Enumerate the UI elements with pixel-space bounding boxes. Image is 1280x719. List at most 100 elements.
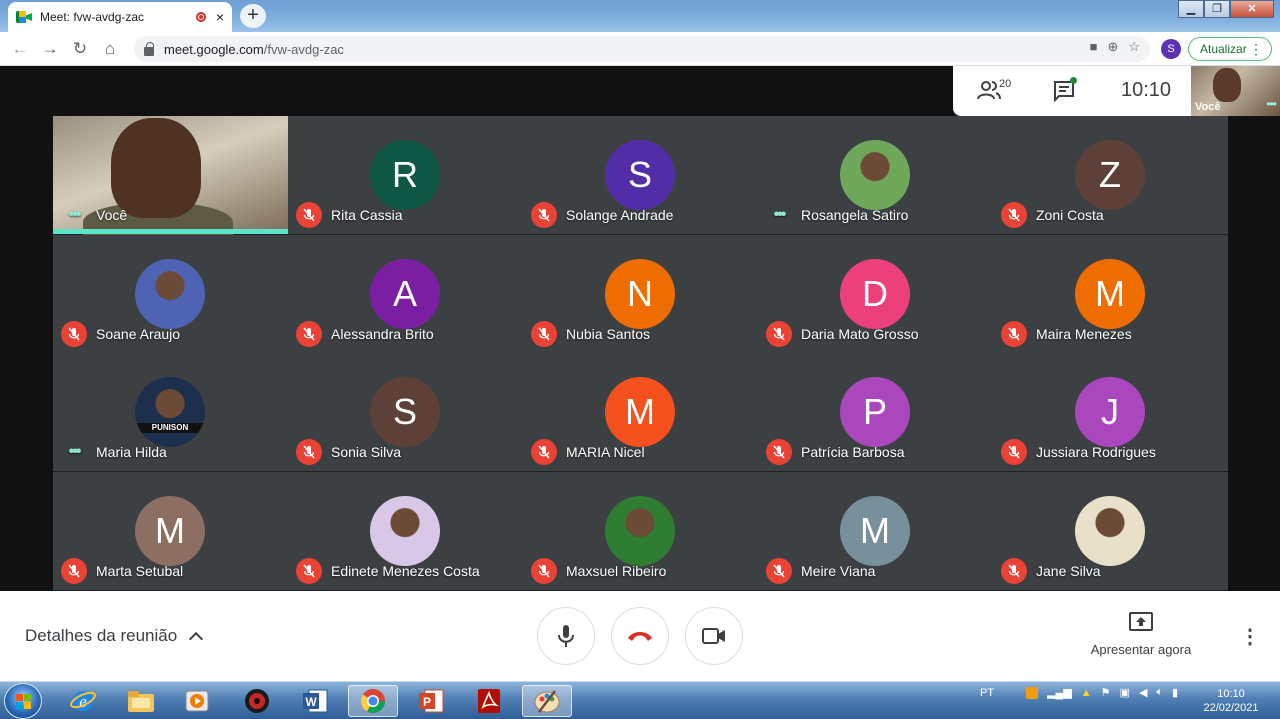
participant-tile[interactable]: Edinete Menezes Costa xyxy=(288,471,523,590)
bookmark-star-icon[interactable]: ☆ xyxy=(1128,39,1140,55)
browser-tabstrip: Meet: fvw-avdg-zac × + ▁ ❐ ✕ xyxy=(0,0,1280,32)
internet-explorer-icon[interactable]: e xyxy=(58,685,108,717)
participant-avatar xyxy=(135,258,205,329)
mic-muted-icon xyxy=(531,557,557,584)
present-now-button[interactable]: Apresentar agora xyxy=(1080,611,1202,657)
participant-name: Maxsuel Ribeiro xyxy=(566,562,667,579)
participant-name: Maria Hilda xyxy=(96,444,167,460)
meeting-controls: Detalhes da reunião Apresentar agora ⋮ xyxy=(0,591,1280,681)
meeting-clock: 10:10 xyxy=(1121,79,1172,101)
participants-button[interactable]: 20 xyxy=(977,78,1017,104)
participant-tile[interactable]: P Patrícia Barbosa xyxy=(758,353,993,471)
self-preview[interactable]: Você ••• xyxy=(1191,66,1280,116)
taskbar-time: 10:10 xyxy=(1217,688,1245,700)
participant-tile[interactable]: Maxsuel Ribeiro xyxy=(523,471,758,590)
meeting-details-button[interactable]: Detalhes da reunião xyxy=(25,626,204,647)
participant-tile[interactable]: Jane Silva xyxy=(993,471,1228,590)
chat-button[interactable] xyxy=(1053,77,1077,107)
app-tray-icon[interactable] xyxy=(1026,686,1039,699)
participant-tile[interactable]: ••• Rosangela Satiro xyxy=(758,116,993,234)
network-icon[interactable]: ▣ xyxy=(1120,686,1130,699)
hang-up-button[interactable] xyxy=(611,607,669,665)
participant-name: Zoni Costa xyxy=(1036,207,1104,223)
url-path: /fvw-avdg-zac xyxy=(263,41,344,57)
audio-activity-icon: ••• xyxy=(1266,97,1277,111)
browser-tab[interactable]: Meet: fvw-avdg-zac × xyxy=(8,2,232,32)
update-button[interactable]: Atualizar xyxy=(1188,37,1272,61)
participant-tile[interactable]: S Sonia Silva xyxy=(288,353,523,471)
minimize-button[interactable]: ▁ xyxy=(1178,0,1204,18)
lock-icon xyxy=(144,41,154,56)
participant-label: Alessandra Brito xyxy=(296,320,434,347)
participant-label: Sonia Silva xyxy=(296,439,402,465)
maximize-button[interactable]: ❐ xyxy=(1204,0,1230,18)
mic-muted-icon xyxy=(296,320,322,347)
participant-tile[interactable]: ••• Você xyxy=(53,116,288,242)
participant-name: Sonia Silva xyxy=(331,444,402,460)
acrobat-icon[interactable] xyxy=(464,685,514,717)
participant-tile[interactable]: M Maira Menezes xyxy=(993,234,1228,353)
file-explorer-icon[interactable] xyxy=(116,685,166,717)
participant-tile[interactable]: M Marta Setubal xyxy=(53,471,288,590)
participant-avatar: A xyxy=(370,258,440,329)
participant-tile[interactable]: J Jussiara Rodrigues xyxy=(993,353,1228,471)
participant-tile[interactable]: S Solange Andrade xyxy=(523,116,758,234)
participant-label: Maira Menezes xyxy=(1001,320,1132,347)
language-indicator[interactable]: PT xyxy=(980,687,994,699)
security-tray-icon[interactable]: ▲ xyxy=(1081,687,1092,699)
participant-tile[interactable]: Soane Araujo xyxy=(53,234,288,353)
participant-tile[interactable]: PUNISON ••• Maria Hilda xyxy=(53,353,288,471)
signal-icon[interactable]: ▂▄▆ xyxy=(1047,686,1072,699)
mic-muted-icon xyxy=(766,320,792,347)
more-options-icon[interactable]: ⋮ xyxy=(1240,624,1260,649)
self-preview-label: Você xyxy=(1195,101,1221,113)
volume-icon[interactable]: 🔈︎ xyxy=(1156,686,1163,699)
windows-logo-icon xyxy=(16,694,31,709)
camera-permission-icon[interactable]: ■ xyxy=(1090,39,1098,55)
participant-tile[interactable]: Z Zoni Costa xyxy=(993,116,1228,234)
new-tab-button[interactable]: + xyxy=(240,4,266,28)
game-app-icon[interactable] xyxy=(232,685,282,717)
participant-name: Maira Menezes xyxy=(1036,325,1132,342)
participant-tile[interactable]: N Nubia Santos xyxy=(523,234,758,353)
reload-icon[interactable]: ↻ xyxy=(68,38,92,60)
audio-activity-icon: ••• xyxy=(773,206,787,223)
participant-tile[interactable]: M MARIA Nicel xyxy=(523,353,758,471)
profile-avatar[interactable]: S xyxy=(1161,39,1181,59)
participant-tile[interactable]: R Rita Cassia xyxy=(288,116,523,234)
address-bar[interactable]: meet.google.com/fvw-avdg-zac ■ ⊕ ☆ xyxy=(134,36,1150,62)
chrome-icon[interactable] xyxy=(348,685,398,717)
flag-tray-icon[interactable]: ⚑ xyxy=(1101,686,1111,699)
forward-icon[interactable]: → xyxy=(38,38,62,60)
participant-tile[interactable]: M Meire Viana xyxy=(758,471,993,590)
participant-name: Nubia Santos xyxy=(566,325,651,342)
participant-tile[interactable]: D Daria Mato Grosso xyxy=(758,234,993,353)
participant-avatar xyxy=(605,495,675,566)
participant-label: Maxsuel Ribeiro xyxy=(531,557,667,584)
paint-icon[interactable] xyxy=(522,685,572,717)
speaker-muted-icon[interactable]: ◀ xyxy=(1139,686,1147,699)
participant-tile[interactable]: A Alessandra Brito xyxy=(288,234,523,353)
media-player-icon[interactable] xyxy=(172,685,222,717)
mic-muted-icon xyxy=(531,439,557,465)
camera-icon xyxy=(702,628,725,644)
window-close-button[interactable]: ✕ xyxy=(1230,0,1274,18)
taskbar-clock[interactable]: 10:10 22/02/2021 xyxy=(1196,687,1266,715)
participant-avatar xyxy=(1075,495,1145,566)
back-icon[interactable]: ← xyxy=(8,38,32,60)
participant-label: ••• Você xyxy=(61,204,128,226)
start-button[interactable] xyxy=(4,683,42,719)
word-icon[interactable]: W xyxy=(290,685,340,717)
participant-avatar: R xyxy=(370,140,440,210)
device-tray-icon[interactable]: ▮ xyxy=(1172,686,1178,699)
mic-muted-icon xyxy=(296,202,322,228)
mic-button[interactable] xyxy=(537,607,595,665)
home-icon[interactable]: ⌂ xyxy=(98,38,122,60)
participant-label: Zoni Costa xyxy=(1001,202,1104,228)
camera-button[interactable] xyxy=(685,607,743,665)
meeting-details-label: Detalhes da reunião xyxy=(25,626,178,645)
powerpoint-icon[interactable]: P xyxy=(406,685,456,717)
tab-close-button[interactable]: × xyxy=(216,9,224,25)
meeting-info-bar: 20 10:10 xyxy=(953,66,1191,116)
zoom-icon[interactable]: ⊕ xyxy=(1107,39,1118,55)
